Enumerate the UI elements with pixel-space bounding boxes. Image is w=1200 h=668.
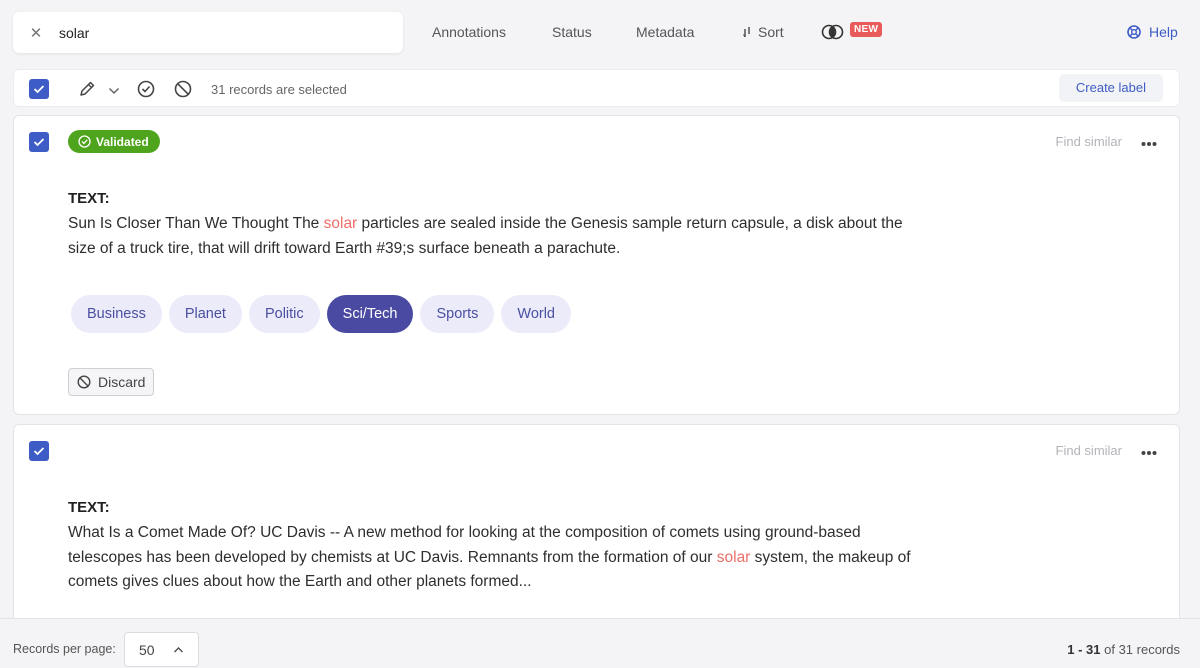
chevron-down-icon[interactable] — [108, 83, 120, 101]
pagination-info: 1 - 31 of 31 records — [1067, 642, 1180, 657]
help-label: Help — [1149, 24, 1178, 40]
search-highlight: solar — [323, 215, 358, 232]
compare-icon[interactable] — [821, 24, 845, 45]
label-options: Business Planet Politic Sci/Tech Sports … — [71, 295, 571, 333]
label-planet[interactable]: Planet — [168, 295, 242, 333]
label-business[interactable]: Business — [71, 295, 162, 333]
pagination-footer: Records per page: 50 1 - 31 of 31 record… — [0, 618, 1200, 668]
discard-icon — [77, 375, 91, 389]
text-segment: Sun Is Closer Than We Thought The — [68, 215, 324, 232]
record-text: What Is a Comet Made Of? UC Davis -- A n… — [68, 521, 928, 595]
sort-button[interactable]: Sort — [742, 24, 784, 40]
annotations-filter[interactable]: Annotations — [432, 24, 506, 40]
records-per-page-select[interactable]: 50 — [124, 632, 199, 667]
status-label: Validated — [96, 134, 149, 149]
record-range: 1 - 31 — [1067, 642, 1101, 657]
text-field-title: TEXT: — [68, 190, 110, 207]
status-filter[interactable]: Status — [552, 24, 592, 40]
discard-button[interactable]: Discard — [68, 368, 155, 396]
help-link[interactable]: Help — [1127, 24, 1178, 40]
selection-bar: 31 records are selected Create label — [13, 69, 1180, 107]
validate-icon[interactable] — [137, 80, 155, 103]
check-icon — [33, 138, 45, 147]
records-per-page-label: Records per page: — [13, 642, 116, 656]
new-badge: NEW — [850, 22, 883, 37]
text-field-title: TEXT: — [68, 499, 110, 516]
record-card: Validated Find similar TEXT: Sun Is Clos… — [13, 115, 1180, 415]
create-label-button[interactable]: Create label — [1058, 74, 1163, 102]
find-similar-button[interactable]: Find similar — [1056, 134, 1122, 149]
search-highlight: solar — [716, 548, 751, 566]
find-similar-button[interactable]: Find similar — [1056, 443, 1122, 458]
record-text: Sun Is Closer Than We Thought The solar … — [68, 212, 928, 261]
label-sports[interactable]: Sports — [420, 295, 495, 333]
help-icon — [1127, 25, 1141, 39]
record-checkbox[interactable] — [29, 132, 49, 152]
close-icon[interactable]: ✕ — [13, 24, 59, 42]
selected-count: 31 records are selected — [211, 82, 347, 97]
metadata-filter[interactable]: Metadata — [636, 24, 694, 40]
search-input[interactable] — [59, 24, 403, 41]
records-per-page-value: 50 — [139, 641, 155, 658]
chevron-up-icon — [173, 646, 183, 653]
label-world[interactable]: World — [501, 295, 571, 333]
record-checkbox[interactable] — [29, 441, 49, 461]
select-all-checkbox[interactable] — [29, 79, 49, 99]
discard-label: Discard — [98, 374, 146, 390]
discard-icon[interactable] — [174, 80, 192, 103]
more-options-icon[interactable] — [1141, 134, 1157, 152]
status-badge: Validated — [68, 130, 160, 153]
check-icon — [33, 85, 45, 94]
check-circle-icon — [78, 135, 91, 148]
label-scitech[interactable]: Sci/Tech — [326, 295, 414, 333]
more-options-icon[interactable] — [1141, 443, 1157, 461]
pencil-icon[interactable] — [78, 80, 96, 103]
record-card: Find similar TEXT: What Is a Comet Made … — [13, 424, 1180, 634]
check-icon — [33, 447, 45, 456]
sort-icon — [742, 27, 750, 38]
sort-label: Sort — [758, 24, 784, 40]
search-box: ✕ — [13, 12, 403, 53]
record-total: of 31 records — [1100, 642, 1180, 657]
top-bar: ✕ Annotations Status Metadata Sort NEW H… — [0, 0, 1200, 64]
label-politic[interactable]: Politic — [248, 295, 320, 333]
